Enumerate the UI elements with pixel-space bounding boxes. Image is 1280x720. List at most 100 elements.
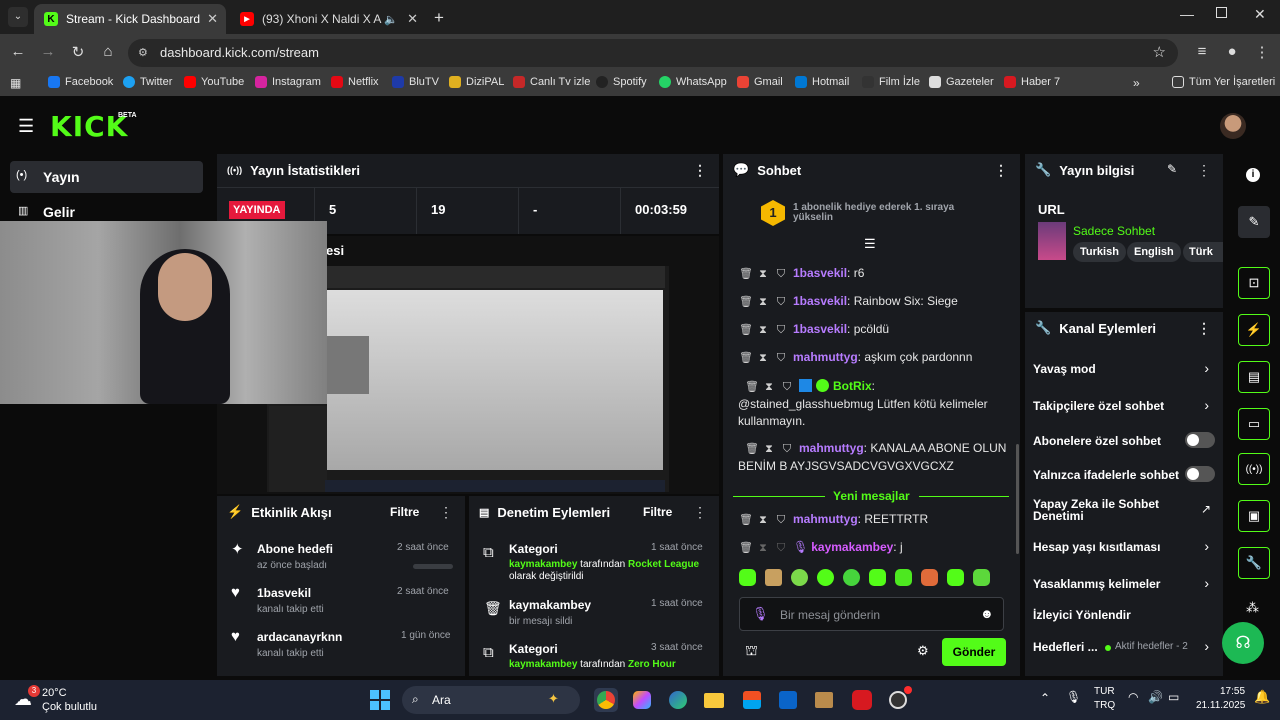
emote-icon[interactable] <box>869 569 886 586</box>
ban-icon[interactable]: ⛉ <box>775 514 787 527</box>
wifi-icon[interactable]: ◠ <box>1128 690 1138 704</box>
close-window-icon[interactable]: ✕ <box>1254 6 1266 23</box>
emote-icon[interactable] <box>921 569 938 586</box>
delete-icon[interactable]: 🗑 <box>745 441 759 458</box>
delete-icon[interactable]: 🗑 <box>739 351 753 364</box>
start-button[interactable] <box>368 688 392 712</box>
store-icon[interactable]: ⛫ <box>745 642 758 661</box>
followers-only-row[interactable]: Takipçilere özel sohbet › <box>1025 397 1223 417</box>
emote-icon[interactable] <box>895 569 912 586</box>
mic-icon[interactable]: 🎙 <box>752 606 769 622</box>
emote-icon[interactable] <box>947 569 964 586</box>
close-tab-icon[interactable]: ✕ <box>207 11 218 27</box>
obs-app[interactable] <box>886 686 912 712</box>
explorer-app[interactable] <box>702 688 726 712</box>
apps-grid-icon[interactable]: ▦ <box>10 76 21 90</box>
bookmark-whatsapp[interactable]: WhatsApp <box>659 76 727 88</box>
volume-icon[interactable]: 🔊 <box>1148 690 1163 704</box>
bookmark-film-izle[interactable]: Film İzle <box>862 76 920 88</box>
site-info-icon[interactable]: ⚙ <box>138 39 148 67</box>
edge-app[interactable] <box>666 688 690 712</box>
filter-button[interactable]: Filtre <box>643 505 672 519</box>
bookmark-spotify[interactable]: Spotify <box>596 76 647 88</box>
account-age-row[interactable]: Hesap yaşı kısıtlaması › <box>1025 538 1223 558</box>
info-icon[interactable]: i <box>1246 168 1260 182</box>
tab-youtube[interactable]: ▶ (93) Xhoni X Naldi X Aleks 🔈 ✕ <box>230 4 426 34</box>
ban-icon[interactable]: ⛉ <box>781 379 793 396</box>
close-tab-icon[interactable]: ✕ <box>407 11 418 27</box>
goals-row[interactable]: Hedefleri ... Aktif hedefler - 2 › <box>1025 638 1223 658</box>
ban-icon[interactable]: ⛉ <box>775 352 787 365</box>
sidebar-item-yayin[interactable]: (•) Yayın <box>10 161 203 193</box>
rail-button-capture[interactable]: ⊡ <box>1238 267 1270 299</box>
ai-moderation-row[interactable]: Yapay Zeka ile Sohbet Denetimi ↗ <box>1025 496 1223 526</box>
share-icon[interactable]: ⁂ <box>1246 600 1259 616</box>
bookmark-canli-tv[interactable]: Canlı Tv izle <box>513 76 590 88</box>
edit-pencil-icon[interactable]: ✎ <box>1167 162 1177 176</box>
ban-icon[interactable]: ⛉ <box>775 268 787 281</box>
chat-scrollbar[interactable] <box>1016 444 1019 554</box>
profile-icon[interactable]: ● <box>1222 43 1242 60</box>
delete-icon[interactable]: 🗑 <box>739 513 753 526</box>
clock-date[interactable]: 21.11.2025 <box>1196 700 1245 711</box>
timeout-icon[interactable]: ⧗ <box>757 268 769 281</box>
gift-sub-banner[interactable]: 1 1 abonelik hediye ederek 1. sıraya yük… <box>761 200 981 228</box>
reload-icon[interactable]: ↻ <box>68 43 88 61</box>
slow-mode-row[interactable]: Yavaş mod › <box>1025 360 1223 380</box>
bookmark-hotmail[interactable]: Hotmail <box>795 76 849 88</box>
timeout-icon[interactable]: ⧗ <box>763 379 775 396</box>
edit-layout-button[interactable]: ✎ <box>1238 206 1270 238</box>
rail-button-moderation[interactable]: ▤ <box>1238 361 1270 393</box>
delete-icon[interactable]: 🗑 <box>739 295 753 308</box>
timeout-icon[interactable]: ⧗ <box>757 296 769 309</box>
raid-row[interactable]: İzleyici Yönlendir <box>1025 606 1223 626</box>
user-avatar[interactable] <box>1220 113 1246 139</box>
rail-button-tools[interactable]: 🔧 <box>1238 547 1270 579</box>
more-options-icon[interactable]: ⋮ <box>1197 162 1211 179</box>
browser-menu-icon[interactable]: ⋮ <box>1252 43 1272 61</box>
more-options-icon[interactable]: ⋮ <box>994 162 1008 179</box>
emote-icon[interactable] <box>973 569 990 586</box>
bookmark-netflix[interactable]: Netflix <box>331 76 379 88</box>
bookmark-facebook[interactable]: Facebook <box>48 76 113 88</box>
banned-words-row[interactable]: Yasaklanmış kelimeler › <box>1025 575 1223 595</box>
tab-kick-dashboard[interactable]: K Stream - Kick Dashboard ✕ <box>34 4 226 34</box>
minimize-icon[interactable]: — <box>1180 6 1194 22</box>
notification-bell-icon[interactable]: 🔔 <box>1254 689 1270 705</box>
taskbar-search[interactable]: ⌕ Ara ✦ <box>402 686 580 714</box>
timeout-icon[interactable]: ⧗ <box>757 352 769 365</box>
ban-icon[interactable]: ⛉ <box>775 324 787 337</box>
outlook-app[interactable] <box>776 688 800 712</box>
microphone-icon[interactable]: 🎙 <box>1066 690 1081 704</box>
input-language[interactable]: TUR <box>1094 686 1115 697</box>
timeout-icon[interactable]: ⧗ <box>757 542 769 555</box>
tray-chevron-icon[interactable]: ⌃ <box>1040 691 1050 705</box>
more-options-icon[interactable]: ⋮ <box>693 504 707 521</box>
forward-arrow-icon[interactable]: → <box>38 43 58 60</box>
timeout-icon[interactable]: ⧗ <box>757 324 769 337</box>
more-bookmarks-icon[interactable]: » <box>1133 76 1140 90</box>
bookmark-blutv[interactable]: BluTV <box>392 76 439 88</box>
delete-icon[interactable]: 🗑 <box>739 323 753 336</box>
all-bookmarks-folder[interactable]: Tüm Yer İşaretleri <box>1172 76 1275 88</box>
bookmark-star-icon[interactable]: ☆ <box>1153 39 1166 67</box>
emote-icon[interactable] <box>843 569 860 586</box>
bookmark-dizipal[interactable]: DiziPAL <box>449 76 504 88</box>
ban-icon[interactable]: ⛉ <box>775 542 787 555</box>
url-field[interactable]: ⚙ dashboard.kick.com/stream ☆ <box>128 39 1178 67</box>
more-options-icon[interactable]: ⋮ <box>693 162 707 179</box>
chat-input[interactable]: 🎙 Bir mesaj gönderin ☻ <box>739 597 1004 631</box>
emote-icon[interactable] <box>817 569 834 586</box>
new-tab-button[interactable]: + <box>434 8 444 28</box>
maximize-icon[interactable] <box>1216 7 1227 18</box>
emote-icon[interactable] <box>791 569 808 586</box>
store-app[interactable] <box>740 688 764 712</box>
emote-icon[interactable] <box>739 569 756 586</box>
emoji-icon[interactable]: ☻ <box>980 606 994 621</box>
red-app[interactable] <box>850 688 874 712</box>
rail-button-broadcast[interactable]: ((•)) <box>1238 453 1270 485</box>
bookmark-youtube[interactable]: YouTube <box>184 76 244 88</box>
winrar-app[interactable] <box>812 688 836 712</box>
home-icon[interactable]: ⌂ <box>98 43 118 60</box>
chrome-app[interactable] <box>594 688 618 712</box>
